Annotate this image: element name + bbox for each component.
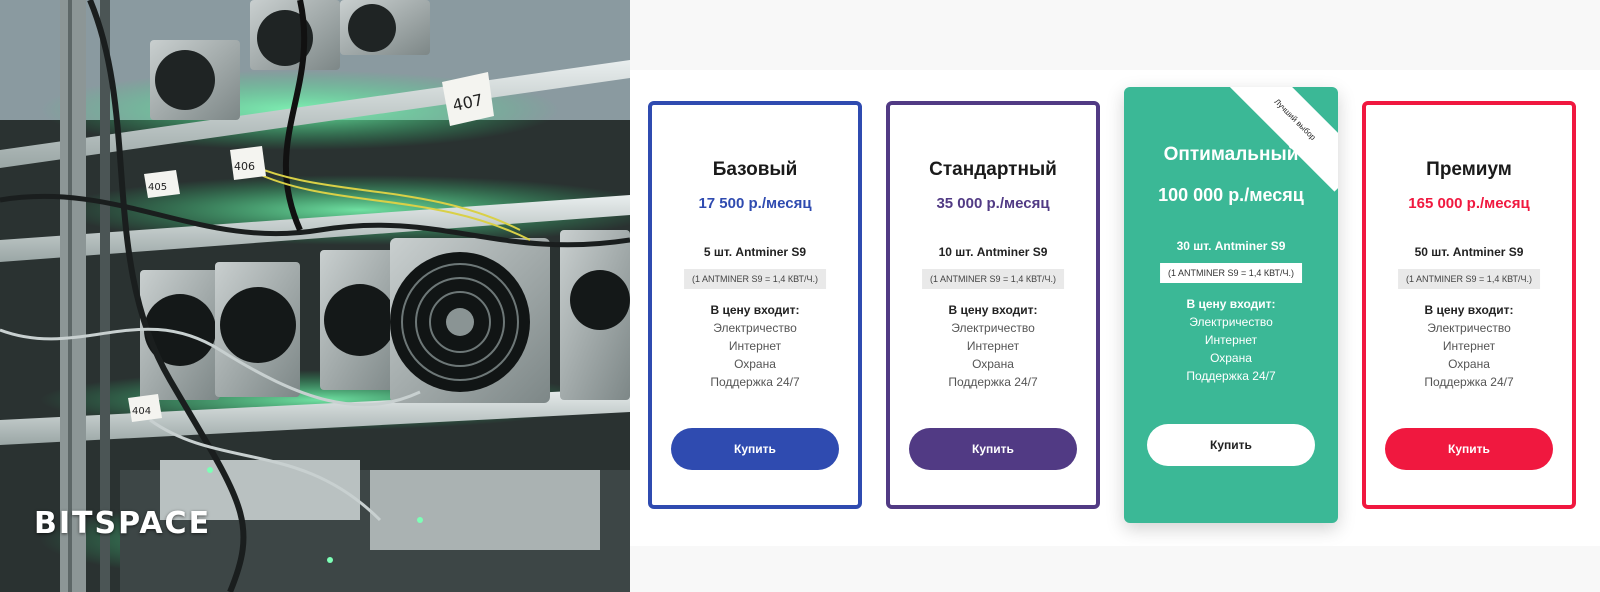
plan-name: Премиум [1426,159,1512,180]
plan-power-note: (1 ANTMINER S9 = 1,4 КВТ/Ч.) [1160,263,1302,283]
list-item: Поддержка 24/7 [948,375,1038,389]
plan-price: 35 000 р./месяц [936,195,1050,212]
buy-button[interactable]: Купить [909,428,1077,470]
plan-quantity: 10 шт. Antminer S9 [938,245,1048,259]
list-item: Охрана [1448,357,1490,371]
plan-quantity: 50 шт. Antminer S9 [1414,245,1524,259]
included-title: В цену входит: [1424,303,1514,317]
plan-quantity: 30 шт. Antminer S9 [1176,239,1286,253]
plan-name: Оптимальный [1163,144,1299,165]
included-title: В цену входит: [1186,297,1276,311]
list-item: Интернет [728,339,782,353]
mining-rack-illustration: 407 406 405 404 [0,0,630,592]
rack-tag: 406 [230,146,266,180]
list-item: Охрана [734,357,776,371]
list-item: Интернет [1204,333,1258,347]
svg-text:405: 405 [148,182,167,193]
plan-name: Стандартный [929,159,1057,180]
included-list: Электричество Интернет Охрана Поддержка … [890,319,1096,391]
buy-button[interactable]: Купить [1147,424,1315,466]
list-item: Интернет [1442,339,1496,353]
plan-price: 17 500 р./месяц [698,195,812,212]
svg-text:404: 404 [132,406,151,417]
list-item: Охрана [1210,351,1252,365]
plan-power-note: (1 ANTMINER S9 = 1,4 КВТ/Ч.) [1398,269,1540,289]
svg-text:406: 406 [234,160,255,173]
plan-card-optimal: Лучший выбор Оптимальный 100 000 р./меся… [1124,87,1338,523]
included-list: Электричество Интернет Охрана Поддержка … [652,319,858,391]
plan-price: 165 000 р./месяц [1408,195,1530,212]
included-list: Электричество Интернет Охрана Поддержка … [1366,319,1572,391]
plan-card-standard: Стандартный 35 000 р./месяц 10 шт. Antmi… [886,101,1100,509]
rack-tag: 404 [128,394,162,422]
list-item: Поддержка 24/7 [1424,375,1514,389]
rack-tag: 405 [144,170,180,198]
plan-quantity: 5 шт. Antminer S9 [703,245,807,259]
bitspace-logo: BITSPACE [34,506,212,541]
included-title: В цену входит: [948,303,1038,317]
included-list: Электричество Интернет Охрана Поддержка … [1124,313,1338,385]
included-title: В цену входит: [710,303,800,317]
list-item: Электричество [713,321,797,335]
plan-card-premium: Премиум 165 000 р./месяц 50 шт. Antminer… [1362,101,1576,509]
list-item: Интернет [966,339,1020,353]
buy-button[interactable]: Купить [671,428,839,470]
list-item: Поддержка 24/7 [1186,369,1276,383]
list-item: Охрана [972,357,1014,371]
hero-photo: 407 406 405 404 BITSPACE [0,0,630,592]
plan-name: Базовый [712,159,798,180]
list-item: Электричество [1189,315,1273,329]
plan-power-note: (1 ANTMINER S9 = 1,4 КВТ/Ч.) [684,269,826,289]
list-item: Электричество [1427,321,1511,335]
plan-card-basic: Базовый 17 500 р./месяц 5 шт. Antminer S… [648,101,862,509]
buy-button[interactable]: Купить [1385,428,1553,470]
plan-power-note: (1 ANTMINER S9 = 1,4 КВТ/Ч.) [922,269,1064,289]
plan-price: 100 000 р./месяц [1158,185,1304,205]
list-item: Электричество [951,321,1035,335]
list-item: Поддержка 24/7 [710,375,800,389]
